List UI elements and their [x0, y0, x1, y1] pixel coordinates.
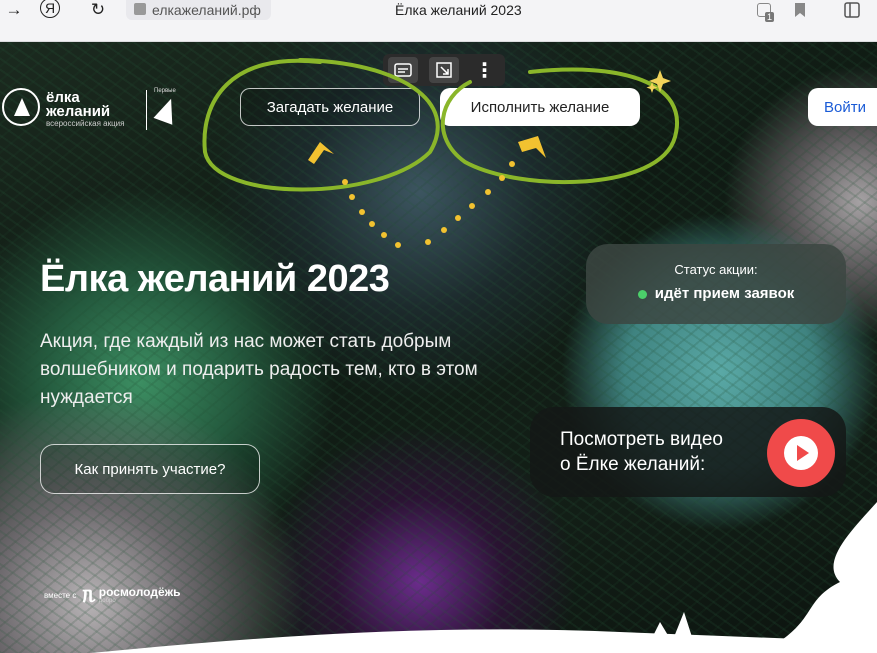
arrow-logo-icon — [153, 95, 181, 125]
back-arrow-icon[interactable]: → — [0, 0, 28, 20]
caption-icon[interactable] — [388, 57, 419, 83]
resize-icon[interactable] — [428, 57, 459, 83]
overlay-toolbar: ⋮ — [383, 54, 505, 86]
browser-toolbar: → Я ↻ елкажеланий.рф Ёлка желаний 2023 1 — [0, 0, 877, 42]
video-caption-line2: о Ёлке желаний: — [560, 454, 706, 475]
yandex-icon[interactable]: Я — [40, 0, 60, 18]
extension-badge: 1 — [764, 12, 774, 22]
video-caption: Посмотреть видео о Ёлке желаний: — [560, 427, 723, 477]
more-vertical-icon[interactable]: ⋮ — [470, 57, 500, 83]
play-video-button[interactable] — [767, 419, 835, 487]
site-logo[interactable]: ёлка желаний всероссийская акция Первые — [2, 88, 182, 132]
video-caption-line1: Посмотреть видео — [560, 429, 723, 450]
address-bar[interactable]: елкажеланий.рф — [126, 0, 271, 20]
status-value: идёт прием заявок — [654, 285, 795, 302]
play-icon — [784, 436, 818, 470]
snow-ground — [91, 612, 877, 653]
login-button[interactable]: Войти — [808, 88, 877, 126]
campaign-status-card: Статус акции: идёт прием заявок — [586, 244, 846, 324]
tree-logo-icon — [2, 88, 40, 126]
lock-icon — [134, 3, 146, 15]
partner-name: росмолодёжь — [98, 585, 181, 599]
reload-icon[interactable]: ↻ — [84, 0, 112, 20]
status-value-row: идёт прием заявок — [586, 285, 846, 302]
page-title: Ёлка желаний 2023 — [395, 2, 522, 18]
logo-divider — [146, 90, 147, 130]
hero-title: Ёлка желаний 2023 — [40, 258, 390, 300]
bookmark-icon[interactable] — [788, 0, 812, 20]
partner-small-label: Первые — [154, 88, 176, 94]
extension-icon[interactable]: 1 — [752, 0, 776, 22]
hero-section: ёлка желаний всероссийская акция Первые … — [0, 42, 877, 653]
snowy-tree-icon — [760, 502, 877, 653]
logo-line2: желаний — [46, 103, 111, 120]
partner-with-label: вместе с — [44, 590, 77, 600]
status-dot-icon — [637, 289, 647, 299]
url-text: елкажеланий.рф — [152, 2, 261, 18]
hero-subtitle: Акция, где каждый из нас может стать доб… — [40, 331, 478, 408]
status-label: Статус акции: — [674, 262, 758, 277]
make-wish-button[interactable]: Загадать желание — [240, 88, 420, 126]
sidebar-icon[interactable] — [840, 0, 864, 20]
how-to-participate-button[interactable]: Как принять участие? — [40, 444, 260, 494]
logo-tagline: всероссийская акция — [46, 119, 125, 128]
fulfill-wish-button[interactable]: Исполнить желание — [440, 88, 640, 126]
